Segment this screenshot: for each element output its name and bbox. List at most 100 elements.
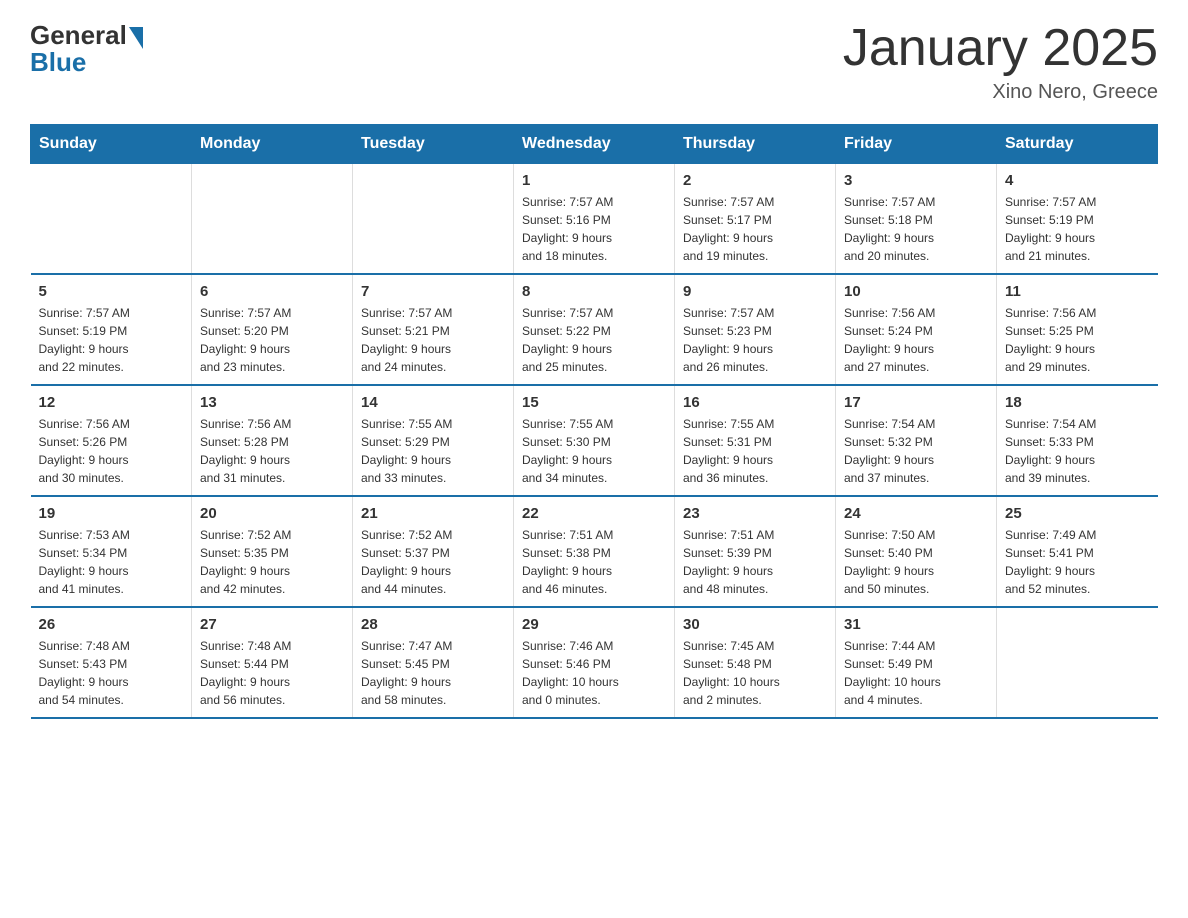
- day-info: Sunrise: 7:54 AM Sunset: 5:33 PM Dayligh…: [1005, 415, 1150, 487]
- calendar-day-cell: 3Sunrise: 7:57 AM Sunset: 5:18 PM Daylig…: [836, 164, 997, 275]
- calendar-day-cell: 9 Sunrise: 7:57 AM Sunset: 5:23 PM Daylig…: [675, 274, 836, 385]
- day-info: Sunrise: 7:52 AM Sunset: 5:37 PM Dayligh…: [361, 526, 505, 598]
- calendar-day-cell: [353, 164, 514, 275]
- day-info: Sunrise: 7:57 AM Sunset: 5:23 PM Dayligh…: [683, 304, 827, 376]
- day-info: Sunrise: 7:51 AM Sunset: 5:39 PM Dayligh…: [683, 526, 827, 598]
- day-info: Sunrise: 7:49 AM Sunset: 5:41 PM Dayligh…: [1005, 526, 1150, 598]
- day-info: Sunrise: 7:46 AM Sunset: 5:46 PM Dayligh…: [522, 637, 666, 709]
- calendar-header-row: SundayMondayTuesdayWednesdayThursdayFrid…: [31, 125, 1158, 164]
- day-number: 19: [39, 505, 184, 522]
- day-info: Sunrise: 7:57 AM Sunset: 5:20 PM Dayligh…: [200, 304, 344, 376]
- day-number: 22: [522, 505, 666, 522]
- day-number: 25: [1005, 505, 1150, 522]
- day-info: Sunrise: 7:55 AM Sunset: 5:29 PM Dayligh…: [361, 415, 505, 487]
- day-info: Sunrise: 7:54 AM Sunset: 5:32 PM Dayligh…: [844, 415, 988, 487]
- day-number: 20: [200, 505, 344, 522]
- calendar-day-cell: 19 Sunrise: 7:53 AM Sunset: 5:34 PM Dayli…: [31, 496, 192, 607]
- day-info: Sunrise: 7:57 AM Sunset: 5:16 PM Dayligh…: [522, 193, 666, 265]
- calendar-day-cell: 11Sunrise: 7:56 AM Sunset: 5:25 PM Dayli…: [997, 274, 1158, 385]
- calendar-week-row: 12 Sunrise: 7:56 AM Sunset: 5:26 PM Dayli…: [31, 385, 1158, 496]
- calendar-day-cell: 10Sunrise: 7:56 AM Sunset: 5:24 PM Dayli…: [836, 274, 997, 385]
- calendar-day-cell: 12 Sunrise: 7:56 AM Sunset: 5:26 PM Dayli…: [31, 385, 192, 496]
- calendar-day-cell: 21Sunrise: 7:52 AM Sunset: 5:37 PM Dayli…: [353, 496, 514, 607]
- calendar-day-cell: 15Sunrise: 7:55 AM Sunset: 5:30 PM Dayli…: [514, 385, 675, 496]
- day-info: Sunrise: 7:56 AM Sunset: 5:25 PM Dayligh…: [1005, 304, 1150, 376]
- day-number: 2: [683, 172, 827, 189]
- day-info: Sunrise: 7:52 AM Sunset: 5:35 PM Dayligh…: [200, 526, 344, 598]
- logo: General Blue: [30, 20, 143, 75]
- calendar-week-row: 26 Sunrise: 7:48 AM Sunset: 5:43 PM Dayli…: [31, 607, 1158, 718]
- day-number: 24: [844, 505, 988, 522]
- day-number: 8: [522, 283, 666, 300]
- calendar-day-cell: 31 Sunrise: 7:44 AM Sunset: 5:49 PM Dayli…: [836, 607, 997, 718]
- calendar-day-cell: 30 Sunrise: 7:45 AM Sunset: 5:48 PM Dayli…: [675, 607, 836, 718]
- day-number: 9: [683, 283, 827, 300]
- day-number: 3: [844, 172, 988, 189]
- calendar-day-cell: 17 Sunrise: 7:54 AM Sunset: 5:32 PM Dayli…: [836, 385, 997, 496]
- calendar-day-cell: [997, 607, 1158, 718]
- day-info: Sunrise: 7:48 AM Sunset: 5:43 PM Dayligh…: [39, 637, 184, 709]
- day-info: Sunrise: 7:57 AM Sunset: 5:21 PM Dayligh…: [361, 304, 505, 376]
- day-number: 26: [39, 616, 184, 633]
- calendar-day-cell: 28 Sunrise: 7:47 AM Sunset: 5:45 PM Dayli…: [353, 607, 514, 718]
- day-info: Sunrise: 7:57 AM Sunset: 5:17 PM Dayligh…: [683, 193, 827, 265]
- calendar-day-cell: 1Sunrise: 7:57 AM Sunset: 5:16 PM Daylig…: [514, 164, 675, 275]
- day-number: 16: [683, 394, 827, 411]
- day-of-week-header: Thursday: [675, 125, 836, 164]
- day-info: Sunrise: 7:56 AM Sunset: 5:28 PM Dayligh…: [200, 415, 344, 487]
- day-number: 28: [361, 616, 505, 633]
- day-number: 6: [200, 283, 344, 300]
- day-number: 29: [522, 616, 666, 633]
- calendar-day-cell: 16 Sunrise: 7:55 AM Sunset: 5:31 PM Dayli…: [675, 385, 836, 496]
- calendar-day-cell: 20 Sunrise: 7:52 AM Sunset: 5:35 PM Dayli…: [192, 496, 353, 607]
- day-number: 5: [39, 283, 184, 300]
- calendar-day-cell: 23 Sunrise: 7:51 AM Sunset: 5:39 PM Dayli…: [675, 496, 836, 607]
- day-number: 12: [39, 394, 184, 411]
- day-info: Sunrise: 7:57 AM Sunset: 5:19 PM Dayligh…: [1005, 193, 1150, 265]
- day-of-week-header: Friday: [836, 125, 997, 164]
- calendar-day-cell: 13 Sunrise: 7:56 AM Sunset: 5:28 PM Dayli…: [192, 385, 353, 496]
- day-info: Sunrise: 7:57 AM Sunset: 5:19 PM Dayligh…: [39, 304, 184, 376]
- logo-blue-text: Blue: [30, 49, 143, 75]
- calendar-day-cell: [192, 164, 353, 275]
- day-number: 7: [361, 283, 505, 300]
- title-section: January 2025 Xino Nero, Greece: [843, 20, 1158, 104]
- day-number: 15: [522, 394, 666, 411]
- day-info: Sunrise: 7:56 AM Sunset: 5:24 PM Dayligh…: [844, 304, 988, 376]
- calendar-day-cell: 24Sunrise: 7:50 AM Sunset: 5:40 PM Dayli…: [836, 496, 997, 607]
- day-number: 31: [844, 616, 988, 633]
- calendar-day-cell: 7 Sunrise: 7:57 AM Sunset: 5:21 PM Daylig…: [353, 274, 514, 385]
- day-info: Sunrise: 7:47 AM Sunset: 5:45 PM Dayligh…: [361, 637, 505, 709]
- day-number: 27: [200, 616, 344, 633]
- day-info: Sunrise: 7:55 AM Sunset: 5:31 PM Dayligh…: [683, 415, 827, 487]
- calendar-day-cell: [31, 164, 192, 275]
- day-number: 30: [683, 616, 827, 633]
- day-info: Sunrise: 7:56 AM Sunset: 5:26 PM Dayligh…: [39, 415, 184, 487]
- day-of-week-header: Wednesday: [514, 125, 675, 164]
- logo-triangle-icon: [129, 27, 143, 49]
- day-info: Sunrise: 7:45 AM Sunset: 5:48 PM Dayligh…: [683, 637, 827, 709]
- day-number: 13: [200, 394, 344, 411]
- calendar-day-cell: 29 Sunrise: 7:46 AM Sunset: 5:46 PM Dayli…: [514, 607, 675, 718]
- day-info: Sunrise: 7:44 AM Sunset: 5:49 PM Dayligh…: [844, 637, 988, 709]
- calendar-day-cell: 8Sunrise: 7:57 AM Sunset: 5:22 PM Daylig…: [514, 274, 675, 385]
- page-header: General Blue January 2025 Xino Nero, Gre…: [30, 20, 1158, 104]
- calendar-day-cell: 2 Sunrise: 7:57 AM Sunset: 5:17 PM Daylig…: [675, 164, 836, 275]
- day-number: 18: [1005, 394, 1150, 411]
- day-info: Sunrise: 7:53 AM Sunset: 5:34 PM Dayligh…: [39, 526, 184, 598]
- calendar-day-cell: 4Sunrise: 7:57 AM Sunset: 5:19 PM Daylig…: [997, 164, 1158, 275]
- calendar-table: SundayMondayTuesdayWednesdayThursdayFrid…: [30, 124, 1158, 719]
- day-info: Sunrise: 7:48 AM Sunset: 5:44 PM Dayligh…: [200, 637, 344, 709]
- day-number: 23: [683, 505, 827, 522]
- day-number: 17: [844, 394, 988, 411]
- calendar-day-cell: 18 Sunrise: 7:54 AM Sunset: 5:33 PM Dayli…: [997, 385, 1158, 496]
- calendar-week-row: 5 Sunrise: 7:57 AM Sunset: 5:19 PM Daylig…: [31, 274, 1158, 385]
- day-of-week-header: Tuesday: [353, 125, 514, 164]
- day-of-week-header: Monday: [192, 125, 353, 164]
- day-info: Sunrise: 7:51 AM Sunset: 5:38 PM Dayligh…: [522, 526, 666, 598]
- day-of-week-header: Sunday: [31, 125, 192, 164]
- calendar-day-cell: 6 Sunrise: 7:57 AM Sunset: 5:20 PM Daylig…: [192, 274, 353, 385]
- day-number: 14: [361, 394, 505, 411]
- calendar-day-cell: 26 Sunrise: 7:48 AM Sunset: 5:43 PM Dayli…: [31, 607, 192, 718]
- month-title: January 2025: [843, 20, 1158, 77]
